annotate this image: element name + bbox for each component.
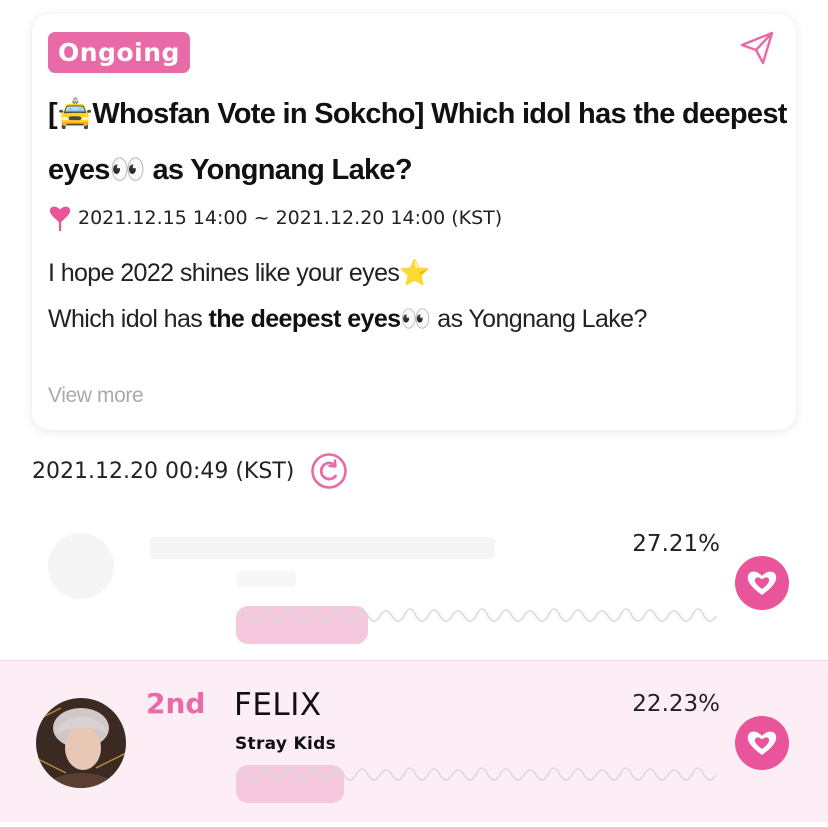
vote-card: Ongoing [🚖Whosfan Vote in Sokcho] Which … <box>32 14 796 430</box>
vote-button[interactable] <box>735 716 789 770</box>
vote-description: I hope 2022 shines like your eyes⭐ Which… <box>48 250 778 342</box>
description-line-2: Which idol has the deepest eyes👀 as Yong… <box>48 304 647 333</box>
vote-period: 2021.12.15 14:00 ~ 2021.12.20 14:00 (KST… <box>48 202 502 234</box>
progress-wave <box>236 765 717 803</box>
status-badge: Ongoing <box>48 32 190 73</box>
description-line-1: I hope 2022 shines like your eyes⭐ <box>48 258 430 287</box>
faded-name-placeholder <box>150 537 495 559</box>
pin-heart-icon <box>49 206 71 231</box>
idol-name: FELIX <box>234 687 322 723</box>
group-name: Stray Kids <box>235 734 336 754</box>
send-icon[interactable] <box>737 28 777 68</box>
vote-button[interactable] <box>735 556 789 610</box>
period-text: 2021.12.15 14:00 ~ 2021.12.20 14:00 (KST… <box>78 207 503 229</box>
rank-label: 2nd <box>146 687 206 720</box>
timestamp-text: 2021.12.20 00:49 (KST) <box>32 458 295 484</box>
heart-icon <box>747 571 777 595</box>
avatar <box>48 533 114 599</box>
refresh-icon[interactable] <box>310 452 348 490</box>
vote-title: [🚖Whosfan Vote in Sokcho] Which idol has… <box>48 96 787 186</box>
avatar <box>36 698 126 788</box>
eyes-emoji: 👀 <box>109 152 146 186</box>
heart-icon <box>747 731 777 755</box>
vote-percentage: 22.23% <box>632 691 720 717</box>
view-more-link[interactable]: View more <box>48 384 144 408</box>
star-emoji: ⭐ <box>399 258 430 287</box>
eyes-emoji: 👀 <box>400 304 431 333</box>
vote-percentage: 27.21% <box>632 531 720 557</box>
ranking-row-1: 27.21% <box>0 515 828 660</box>
progress-wave <box>236 606 717 644</box>
ranking-row-2: 2nd FELIX Stray Kids 22.23% <box>0 660 828 822</box>
results-timestamp: 2021.12.20 00:49 (KST) <box>32 453 348 489</box>
taxi-emoji: 🚖 <box>56 96 93 130</box>
faded-group-placeholder <box>236 571 296 587</box>
